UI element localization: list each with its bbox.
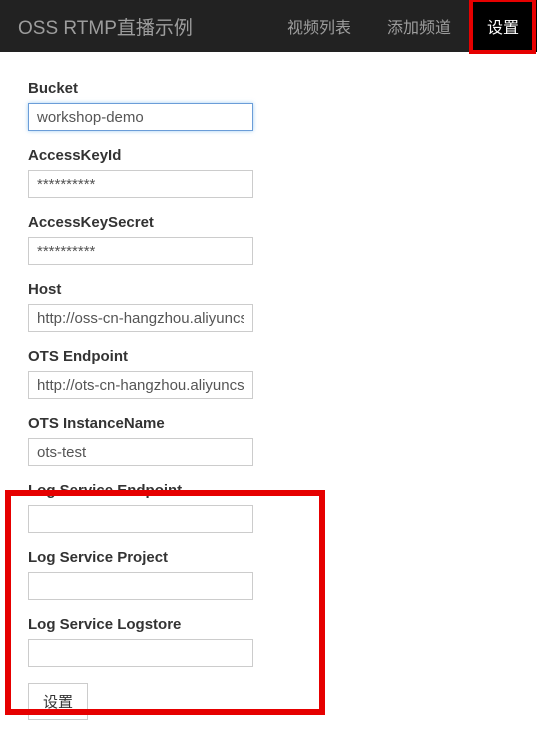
host-input[interactable]: [28, 304, 253, 332]
form-group-ots-endpoint: OTS Endpoint: [28, 348, 509, 399]
log-service-project-input[interactable]: [28, 572, 253, 600]
host-label: Host: [28, 281, 509, 298]
log-service-endpoint-input[interactable]: [28, 505, 253, 533]
nav-item-video-list[interactable]: 视频列表: [269, 0, 369, 52]
nav-item-settings[interactable]: 设置: [469, 0, 537, 52]
access-key-secret-input[interactable]: [28, 237, 253, 265]
form-group-access-key-secret: AccessKeySecret: [28, 214, 509, 265]
log-service-project-label: Log Service Project: [28, 549, 509, 566]
submit-button[interactable]: 设置: [28, 683, 88, 720]
navbar-brand[interactable]: OSS RTMP直播示例: [18, 13, 193, 40]
nav-item-add-channel[interactable]: 添加频道: [369, 0, 469, 52]
form-group-ots-instance-name: OTS InstanceName: [28, 415, 509, 466]
ots-instance-name-input[interactable]: [28, 438, 253, 466]
form-group-host: Host: [28, 281, 509, 332]
form-group-access-key-id: AccessKeyId: [28, 147, 509, 198]
log-service-logstore-input[interactable]: [28, 639, 253, 667]
ots-endpoint-input[interactable]: [28, 371, 253, 399]
form-group-log-service-project: Log Service Project: [28, 549, 509, 600]
access-key-id-input[interactable]: [28, 170, 253, 198]
log-service-endpoint-label: Log Service Endpoint: [28, 482, 509, 499]
bucket-label: Bucket: [28, 80, 509, 97]
ots-instance-name-label: OTS InstanceName: [28, 415, 509, 432]
ots-endpoint-label: OTS Endpoint: [28, 348, 509, 365]
settings-form: Bucket AccessKeyId AccessKeySecret Host …: [0, 52, 537, 730]
access-key-id-label: AccessKeyId: [28, 147, 509, 164]
access-key-secret-label: AccessKeySecret: [28, 214, 509, 231]
bucket-input[interactable]: [28, 103, 253, 131]
form-group-log-service-logstore: Log Service Logstore: [28, 616, 509, 667]
navbar: OSS RTMP直播示例 视频列表 添加频道 设置: [0, 0, 537, 52]
log-service-logstore-label: Log Service Logstore: [28, 616, 509, 633]
form-group-bucket: Bucket: [28, 80, 509, 131]
form-group-log-service-endpoint: Log Service Endpoint: [28, 482, 509, 533]
nav-items: 视频列表 添加频道 设置: [269, 0, 537, 52]
